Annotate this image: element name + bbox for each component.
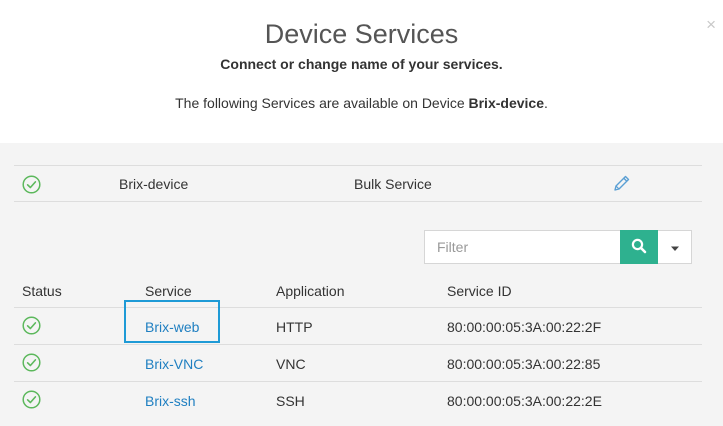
device-name-bold: Brix-device — [468, 95, 544, 111]
service-link[interactable]: Brix-web — [145, 319, 199, 335]
device-type: Bulk Service — [354, 176, 432, 192]
service-id: 80:00:00:05:3A:00:22:2E — [447, 393, 602, 409]
header-service-id[interactable]: Service ID — [447, 283, 512, 299]
filter-dropdown-button[interactable] — [658, 230, 692, 264]
table-header: Status Service Application Service ID — [14, 277, 702, 308]
service-link[interactable]: Brix-ssh — [145, 393, 196, 409]
check-circle-icon — [22, 390, 41, 412]
modal-header: Device Services Connect or change name o… — [0, 0, 723, 143]
pencil-icon[interactable] — [612, 173, 632, 196]
check-circle-icon — [22, 175, 41, 197]
search-icon — [631, 238, 647, 257]
service-application: VNC — [276, 356, 306, 372]
modal-body: Brix-device Bulk Service Status Service … — [0, 143, 723, 426]
table-row[interactable]: Brix-ssh SSH 80:00:00:05:3A:00:22:2E — [14, 382, 702, 419]
modal-subtitle: Connect or change name of your services. — [220, 56, 503, 72]
available-prefix: The following Services are available on … — [175, 95, 469, 111]
services-table: Status Service Application Service ID Br… — [14, 277, 702, 419]
service-application: HTTP — [276, 319, 313, 335]
service-link[interactable]: Brix-VNC — [145, 356, 203, 372]
service-application: SSH — [276, 393, 305, 409]
check-circle-icon — [22, 353, 41, 375]
check-circle-icon — [22, 316, 41, 338]
service-id: 80:00:00:05:3A:00:22:2F — [447, 319, 602, 335]
header-service[interactable]: Service — [145, 283, 192, 299]
available-suffix: . — [543, 95, 548, 111]
device-row: Brix-device Bulk Service — [14, 165, 702, 202]
table-row[interactable]: Brix-web HTTP 80:00:00:05:3A:00:22:2F — [14, 300, 702, 345]
close-icon[interactable]: × — [706, 16, 716, 33]
filter-input[interactable] — [424, 230, 620, 264]
available-services-text: The following Services are available on … — [0, 95, 723, 111]
caret-down-icon — [670, 240, 680, 255]
service-id: 80:00:00:05:3A:00:22:85 — [447, 356, 601, 372]
table-row[interactable]: Brix-VNC VNC 80:00:00:05:3A:00:22:85 — [14, 345, 702, 382]
header-status[interactable]: Status — [22, 283, 62, 299]
device-name: Brix-device — [119, 176, 189, 192]
header-application[interactable]: Application — [276, 283, 345, 299]
search-button[interactable] — [620, 230, 658, 264]
modal-title: Device Services — [264, 19, 459, 49]
